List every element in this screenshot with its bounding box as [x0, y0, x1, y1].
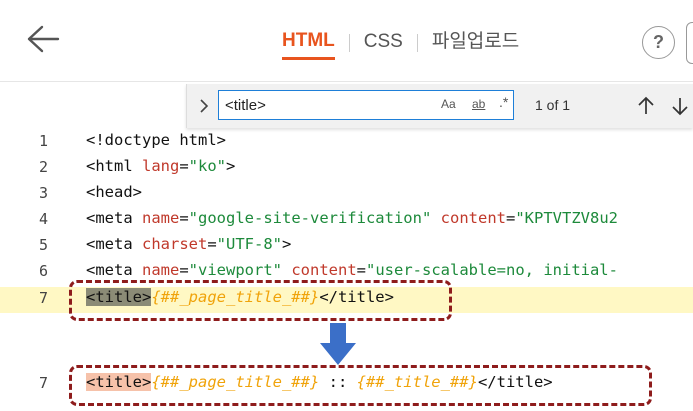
match-whole-word-toggle[interactable]: ab [472, 97, 485, 111]
help-button[interactable]: ? [642, 26, 675, 59]
down-arrow-icon [320, 323, 356, 365]
line-number: 1 [39, 132, 49, 150]
line-number: 6 [39, 262, 49, 280]
code-line: 5 <meta charset="UTF-8"> [0, 234, 693, 260]
line-number: 7 [39, 289, 49, 307]
code-text[interactable]: <head> [86, 183, 142, 201]
find-input-box: Aa ab .* [218, 90, 514, 120]
tab-html[interactable]: HTML [282, 27, 335, 60]
find-bar: Aa ab .* 1 of 1 [186, 84, 693, 128]
line-number: 5 [39, 236, 49, 254]
code-line: 1 <!doctype html> [0, 130, 693, 156]
chevron-right-icon[interactable] [197, 96, 211, 116]
code-text[interactable]: <!doctype html> [86, 131, 226, 149]
back-arrow-icon[interactable] [26, 24, 60, 54]
code-line: 3 <head> [0, 182, 693, 208]
arrow-down-icon[interactable] [671, 95, 689, 117]
find-input[interactable] [225, 94, 425, 116]
line-number: 7 [39, 374, 49, 392]
editor-tabs: HTML CSS 파일업로드 [282, 27, 519, 60]
match-case-toggle[interactable]: Aa [441, 97, 456, 111]
tab-file-upload[interactable]: 파일업로드 [432, 28, 519, 58]
help-icon: ? [653, 32, 664, 52]
line-number: 2 [39, 158, 49, 176]
code-text[interactable]: <meta charset="UTF-8"> [86, 235, 291, 253]
tab-css[interactable]: CSS [364, 28, 403, 58]
code-line: 4 <meta name="google-site-verification" … [0, 208, 693, 234]
code-line: 2 <html lang="ko"> [0, 156, 693, 182]
line-number: 4 [39, 210, 49, 228]
highlight-box-after [69, 365, 652, 406]
regex-toggle[interactable]: .* [499, 94, 508, 110]
editor-header: HTML CSS 파일업로드 ? [0, 0, 693, 82]
code-text[interactable]: <meta name="google-site-verification" co… [86, 209, 618, 227]
match-count: 1 of 1 [535, 97, 571, 113]
code-text[interactable]: <meta name="viewport" content="user-scal… [86, 261, 618, 279]
side-panel-button[interactable] [686, 22, 693, 64]
code-text[interactable]: <html lang="ko"> [86, 157, 235, 175]
tab-divider [348, 34, 350, 52]
highlight-box-before [69, 280, 452, 321]
tab-divider [416, 34, 418, 52]
line-number: 3 [39, 184, 49, 202]
arrow-up-icon[interactable] [637, 95, 655, 117]
